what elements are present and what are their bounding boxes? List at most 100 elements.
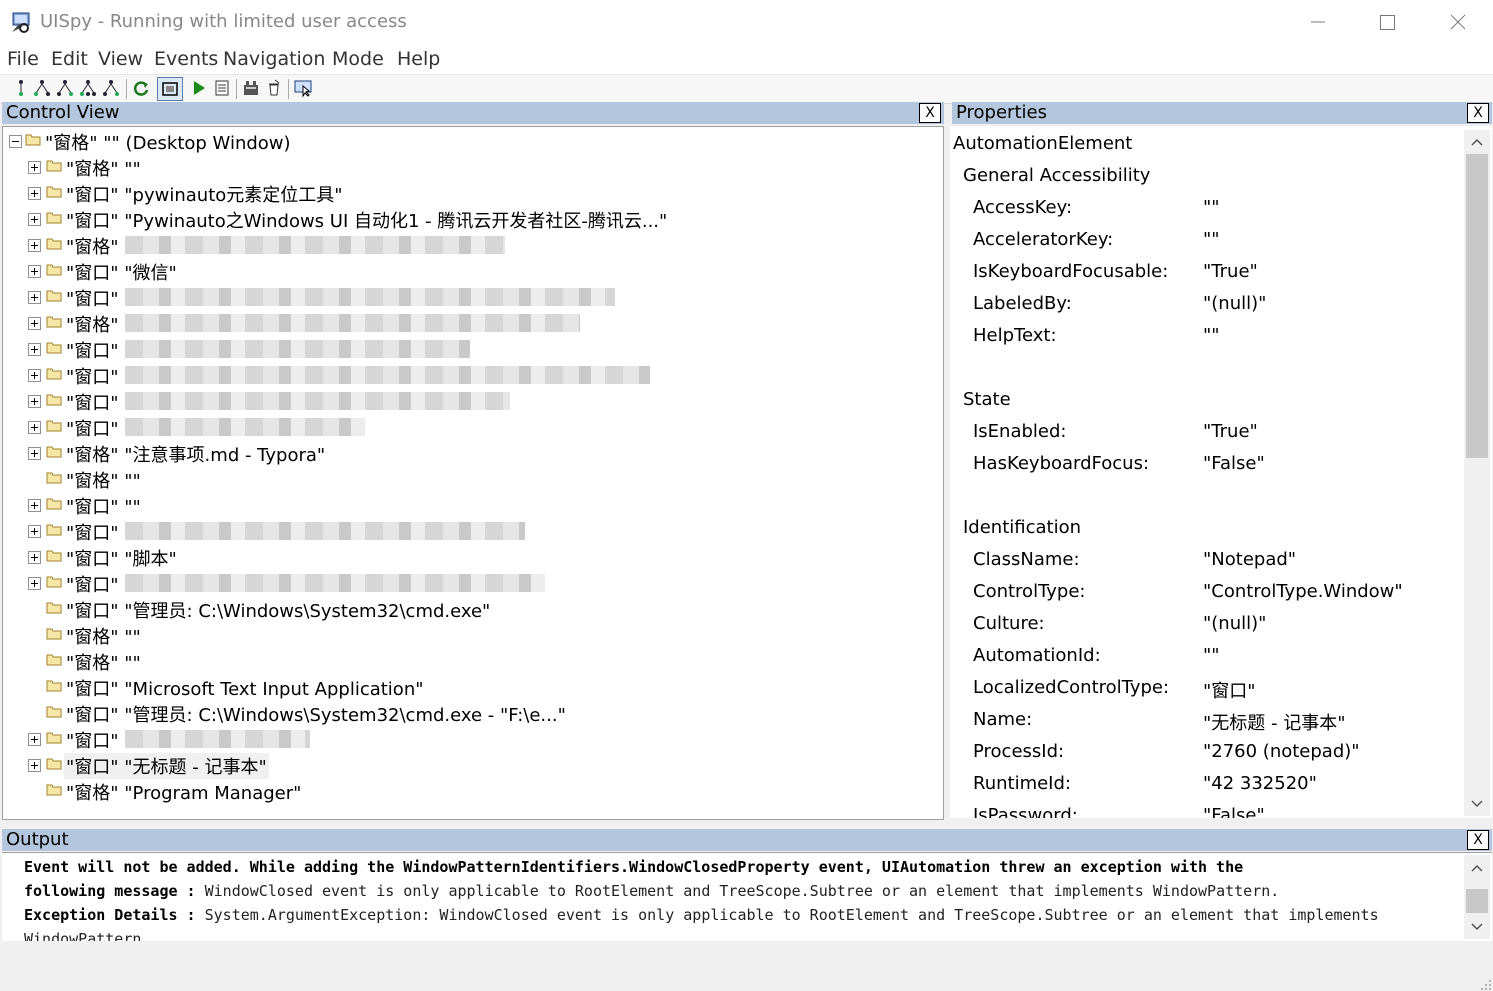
property-name: ControlType: xyxy=(973,581,1086,602)
expand-icon[interactable] xyxy=(28,525,41,538)
close-icon xyxy=(1450,14,1466,30)
expand-icon[interactable] xyxy=(28,551,41,564)
clear-icon[interactable] xyxy=(265,79,283,97)
minimize-button[interactable] xyxy=(1282,0,1352,44)
scroll-up-icon[interactable] xyxy=(1471,864,1483,872)
property-name: Name: xyxy=(973,709,1033,730)
property-group-heading: General Accessibility xyxy=(963,165,1151,186)
tree-item[interactable]: "窗格" "Program Manager" xyxy=(3,778,933,804)
expand-icon[interactable] xyxy=(28,369,41,382)
next-sibling-icon[interactable] xyxy=(56,79,74,97)
tree-item[interactable]: "窗格" xyxy=(3,232,933,258)
first-child-icon[interactable] xyxy=(33,79,51,97)
output-line: following message : WindowClosed event i… xyxy=(24,882,1279,900)
focus-tracking-icon[interactable] xyxy=(294,79,312,97)
maximize-button[interactable] xyxy=(1352,0,1422,44)
expand-icon[interactable] xyxy=(28,343,41,356)
tree-item[interactable]: "窗口" "" xyxy=(3,492,933,518)
expand-icon[interactable] xyxy=(28,395,41,408)
last-child-icon[interactable] xyxy=(102,79,120,97)
tree-item[interactable]: "窗口" "脚本" xyxy=(3,544,933,570)
expand-icon[interactable] xyxy=(28,187,41,200)
property-value: "" xyxy=(1203,645,1220,666)
expand-icon[interactable] xyxy=(28,265,41,278)
property-value: "True" xyxy=(1203,261,1258,282)
tree-item[interactable]: "窗格" xyxy=(3,310,933,336)
property-name: LabeledBy: xyxy=(973,293,1072,314)
output-close-button[interactable]: X xyxy=(1467,830,1489,850)
properties-close-button[interactable]: X xyxy=(1467,103,1489,123)
tree-item[interactable]: "窗口" xyxy=(3,388,933,414)
tree-item[interactable]: "窗口" xyxy=(3,726,933,752)
tree-item[interactable]: "窗口" xyxy=(3,362,933,388)
collapse-icon[interactable] xyxy=(9,135,22,148)
tree-item[interactable]: "窗口" "管理员: C:\Windows\System32\cmd.exe" xyxy=(3,596,933,622)
expand-icon[interactable] xyxy=(28,213,41,226)
folder-icon xyxy=(46,628,62,640)
expand-icon[interactable] xyxy=(28,447,41,460)
properties-scroll-thumb[interactable] xyxy=(1466,154,1488,458)
menu-help[interactable]: Help xyxy=(397,48,440,70)
scroll-down-icon[interactable] xyxy=(1471,923,1483,931)
tree-item[interactable]: "窗口" "管理员: C:\Windows\System32\cmd.exe -… xyxy=(3,700,933,726)
tree-item[interactable]: "窗口" xyxy=(3,284,933,310)
menu-view[interactable]: View xyxy=(98,48,143,70)
properties-icon[interactable] xyxy=(213,79,231,97)
tree-item[interactable]: "窗口" "微信" xyxy=(3,258,933,284)
resize-grip-icon[interactable] xyxy=(1480,978,1492,990)
scroll-up-icon[interactable] xyxy=(1471,138,1483,146)
menu-bar: File Edit View Events Navigation Mode He… xyxy=(0,44,1493,74)
tree-item[interactable]: "窗口" "pywinauto元素定位工具" xyxy=(3,180,933,206)
tree-item[interactable]: "窗口" "Pywinauto之Windows UI 自动化1 - 腾讯云开发者… xyxy=(3,206,933,232)
scroll-down-icon[interactable] xyxy=(1471,800,1483,808)
close-button[interactable] xyxy=(1422,0,1492,44)
output-scroll-thumb[interactable] xyxy=(1466,889,1488,913)
property-value: "ControlType.Window" xyxy=(1203,581,1403,602)
expand-icon[interactable] xyxy=(28,239,41,252)
output-line-text: WindowClosed event is only applicable to… xyxy=(195,882,1280,900)
menu-events[interactable]: Events xyxy=(154,48,218,70)
tree-item[interactable]: "窗口" "无标题 - 记事本" xyxy=(3,752,933,779)
output-line: WindowPattern. xyxy=(24,930,150,941)
run-icon[interactable] xyxy=(190,79,208,97)
menu-navigation[interactable]: Navigation xyxy=(223,48,325,70)
toolbar-separator xyxy=(236,79,237,99)
tree-item[interactable]: "窗口" xyxy=(3,336,933,362)
redacted-text xyxy=(125,366,650,384)
tree-item[interactable]: "窗格" "" xyxy=(3,466,933,492)
tree-item[interactable]: "窗口" xyxy=(3,570,933,596)
tree-item[interactable]: "窗口" xyxy=(3,518,933,544)
expand-icon[interactable] xyxy=(28,317,41,330)
expand-icon[interactable] xyxy=(28,291,41,304)
tree-item-label: "窗格" xyxy=(66,237,119,258)
expand-icon[interactable] xyxy=(28,499,41,512)
menu-edit[interactable]: Edit xyxy=(51,48,88,70)
tree-item[interactable]: "窗口" xyxy=(3,414,933,440)
menu-mode[interactable]: Mode xyxy=(332,48,384,70)
expand-icon[interactable] xyxy=(28,421,41,434)
property-value: "(null)" xyxy=(1203,613,1267,634)
highlight-rectangle-toggle[interactable] xyxy=(157,77,183,101)
redacted-text xyxy=(125,236,505,254)
tree-item[interactable]: "窗格" "注意事项.md - Typora" xyxy=(3,440,933,466)
tree-item-label: "窗口" "无标题 - 记事本" xyxy=(64,753,269,779)
output-scrollbar[interactable] xyxy=(1464,855,1490,939)
properties-scrollbar[interactable] xyxy=(1464,130,1490,816)
tree-item[interactable]: "窗口" "Microsoft Text Input Application" xyxy=(3,674,933,700)
expand-icon[interactable] xyxy=(28,577,41,590)
property-group-heading: State xyxy=(963,389,1011,410)
folder-icon xyxy=(46,186,62,198)
expand-icon[interactable] xyxy=(28,161,41,174)
record-icon[interactable] xyxy=(242,79,260,97)
expand-icon[interactable] xyxy=(28,733,41,746)
previous-sibling-icon[interactable] xyxy=(79,79,97,97)
parent-icon[interactable] xyxy=(12,79,30,97)
tree-item[interactable]: "窗格" "" xyxy=(3,154,933,180)
expand-icon[interactable] xyxy=(28,759,41,772)
control-view-close-button[interactable]: X xyxy=(919,103,941,123)
refresh-icon[interactable] xyxy=(132,79,150,97)
tree-item[interactable]: "窗格" "" xyxy=(3,622,933,648)
property-name: Culture: xyxy=(973,613,1045,634)
tree-item[interactable]: "窗格" "" xyxy=(3,648,933,674)
menu-file[interactable]: File xyxy=(7,48,39,70)
